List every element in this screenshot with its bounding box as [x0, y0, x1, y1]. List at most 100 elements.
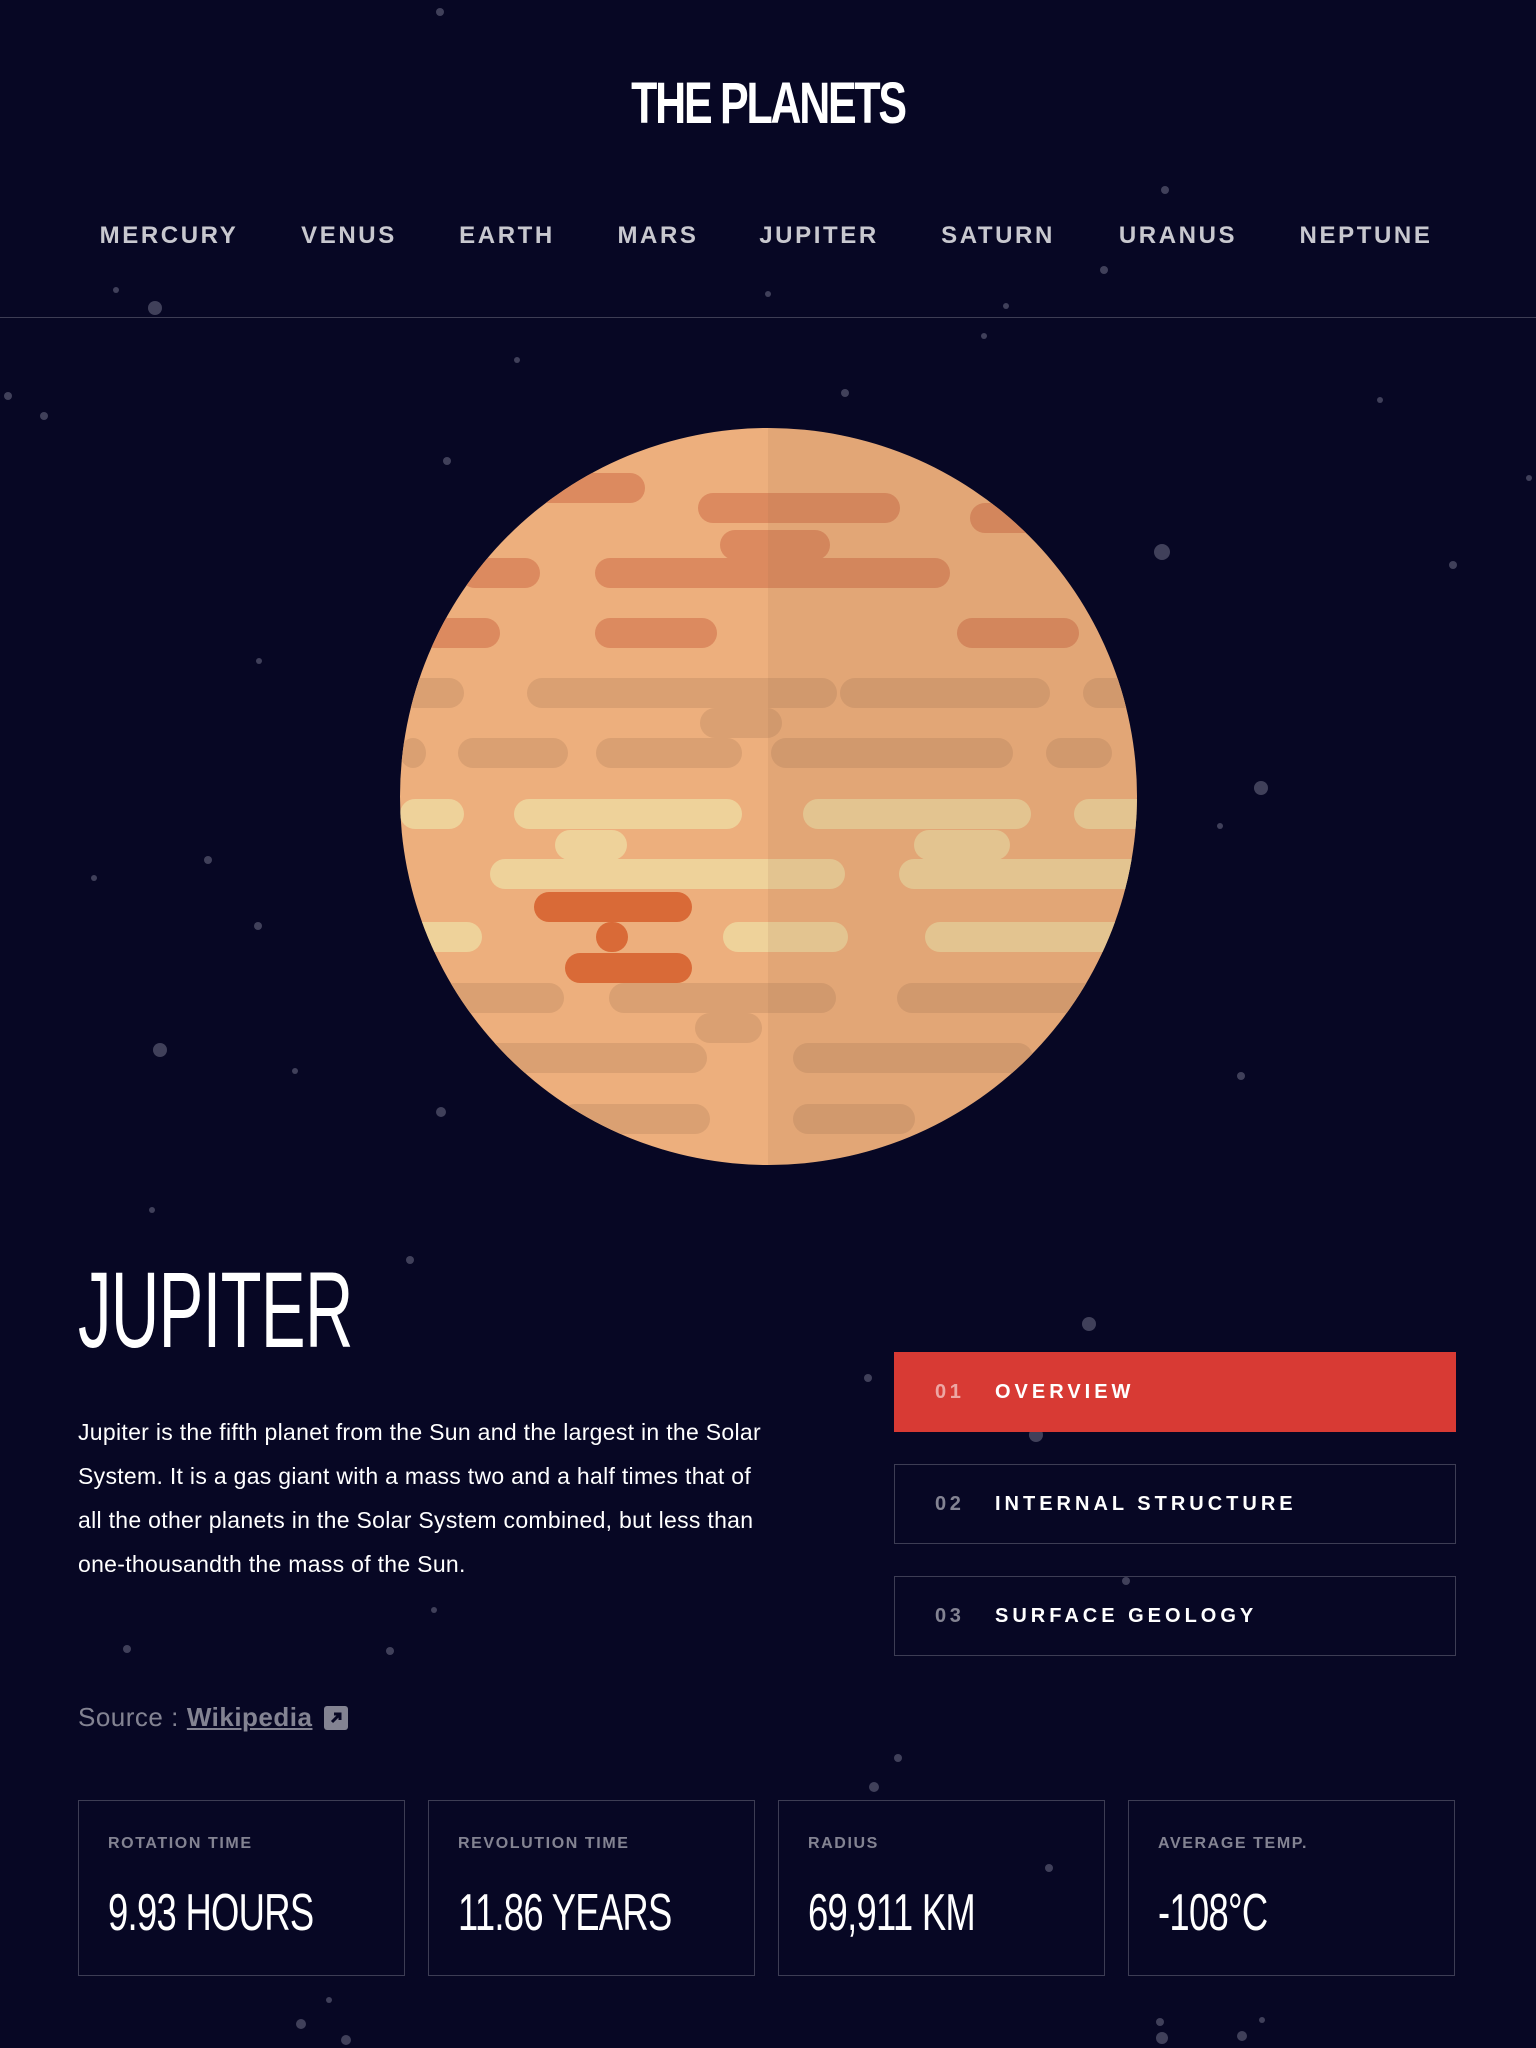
star-dot [113, 287, 119, 293]
cloud-band [555, 830, 627, 860]
star-dot [864, 1374, 872, 1382]
star-dot [123, 1645, 131, 1653]
star-dot [326, 1997, 332, 2003]
star-dot [1156, 2032, 1168, 2044]
tab-number: 03 [935, 1604, 965, 1627]
stat-value: 69,911 KM [808, 1884, 976, 1942]
star-dot [296, 2019, 306, 2029]
cloud-band [420, 618, 500, 648]
star-dot [386, 1647, 394, 1655]
cloud-band [400, 983, 564, 1013]
header-divider [0, 317, 1536, 318]
stat-value: -108°C [1158, 1884, 1268, 1942]
stat-label: REVOLUTION TIME [458, 1835, 630, 1852]
stat-value: 11.86 YEARS [458, 1884, 672, 1942]
nav-item-venus[interactable]: VENUS [301, 222, 397, 250]
tab-overview[interactable]: 01 OVERVIEW [894, 1352, 1456, 1432]
star-dot [869, 1782, 879, 1792]
nav-item-mars[interactable]: MARS [617, 222, 698, 250]
cloud-band [400, 678, 464, 708]
star-dot [1237, 1072, 1245, 1080]
stat-card-rotation-time: ROTATION TIME 9.93 HOURS [78, 1800, 405, 1976]
star-dot [436, 8, 444, 16]
nav-item-uranus[interactable]: URANUS [1119, 222, 1237, 250]
star-dot [981, 333, 987, 339]
cloud-band [400, 922, 482, 952]
nav-item-mercury[interactable]: MERCURY [100, 222, 239, 250]
stat-label: AVERAGE TEMP. [1158, 1835, 1309, 1852]
star-dot [341, 2035, 351, 2045]
stat-card-revolution-time: REVOLUTION TIME 11.86 YEARS [428, 1800, 755, 1976]
planet-description: Jupiter is the fifth planet from the Sun… [78, 1419, 761, 1577]
stat-label: RADIUS [808, 1835, 879, 1852]
star-dot [149, 1207, 155, 1213]
star-dot [1082, 1317, 1096, 1331]
star-dot [292, 1068, 298, 1074]
cloud-band [596, 738, 742, 768]
planet-name: JUPITER [78, 1249, 353, 1370]
star-dot [1003, 303, 1009, 309]
cloud-band [460, 1043, 707, 1073]
planet-stats: ROTATION TIME 9.93 HOURS REVOLUTION TIME… [78, 1800, 1458, 1976]
cloud-band [460, 558, 540, 588]
tab-number: 01 [935, 1380, 965, 1403]
stat-card-radius: RADIUS 69,911 KM [778, 1800, 1105, 1976]
planet-nav: MERCURY VENUS EARTH MARS JUPITER SATURN … [0, 222, 1536, 252]
cloud-band [695, 1013, 762, 1043]
nav-item-saturn[interactable]: SATURN [941, 222, 1055, 250]
tab-internal-structure[interactable]: 02 INTERNAL STRUCTURE [894, 1464, 1456, 1544]
jupiter-planet-illustration [400, 428, 1137, 1165]
star-dot [841, 389, 849, 397]
tab-surface-geology[interactable]: 03 SURFACE GEOLOGY [894, 1576, 1456, 1656]
star-dot [91, 875, 97, 881]
cloud-band [400, 738, 426, 768]
nav-item-earth[interactable]: EARTH [459, 222, 555, 250]
wikipedia-link[interactable]: Wikipedia [187, 1702, 313, 1733]
cloud-band [514, 799, 742, 829]
cloud-band [595, 618, 717, 648]
star-dot [256, 658, 262, 664]
star-dot [1237, 2031, 1247, 2041]
star-dot [153, 1043, 167, 1057]
star-dot [1254, 781, 1268, 795]
great-red-spot [534, 892, 692, 922]
nav-item-neptune[interactable]: NEPTUNE [1300, 222, 1433, 250]
star-dot [1377, 397, 1383, 403]
tab-label: OVERVIEW [995, 1380, 1135, 1403]
star-dot [1100, 266, 1108, 274]
star-dot [514, 357, 520, 363]
external-link-icon[interactable] [324, 1705, 349, 1730]
site-title: THE PLANETS [631, 71, 907, 136]
star-dot [431, 1607, 437, 1613]
tab-label: SURFACE GEOLOGY [995, 1604, 1258, 1627]
star-dot [1526, 475, 1532, 481]
star-dot [1156, 2018, 1164, 2026]
nav-item-jupiter[interactable]: JUPITER [759, 222, 879, 250]
star-dot [1259, 2017, 1265, 2023]
cloud-band [400, 799, 464, 829]
great-red-spot [565, 953, 692, 983]
cloud-band [495, 473, 645, 503]
cloud-band [458, 738, 568, 768]
stat-card-average-temp: AVERAGE TEMP. -108°C [1128, 1800, 1455, 1976]
star-dot [254, 922, 262, 930]
star-dot [406, 1256, 414, 1264]
star-dot [1161, 186, 1169, 194]
star-dot [1217, 823, 1223, 829]
tab-number: 02 [935, 1492, 965, 1515]
great-red-spot [596, 922, 628, 952]
stat-value: 9.93 HOURS [108, 1884, 314, 1942]
source-label: Source : [78, 1702, 179, 1732]
source-line: Source : Wikipedia [78, 1702, 349, 1733]
star-dot [204, 856, 212, 864]
star-dot [1154, 544, 1170, 560]
star-dot [1449, 561, 1457, 569]
star-dot [148, 301, 162, 315]
cloud-band [560, 1104, 710, 1134]
star-dot [40, 412, 48, 420]
tab-label: INTERNAL STRUCTURE [995, 1492, 1297, 1515]
star-dot [765, 291, 771, 297]
star-dot [894, 1754, 902, 1762]
star-dot [4, 392, 12, 400]
stat-label: ROTATION TIME [108, 1835, 253, 1852]
